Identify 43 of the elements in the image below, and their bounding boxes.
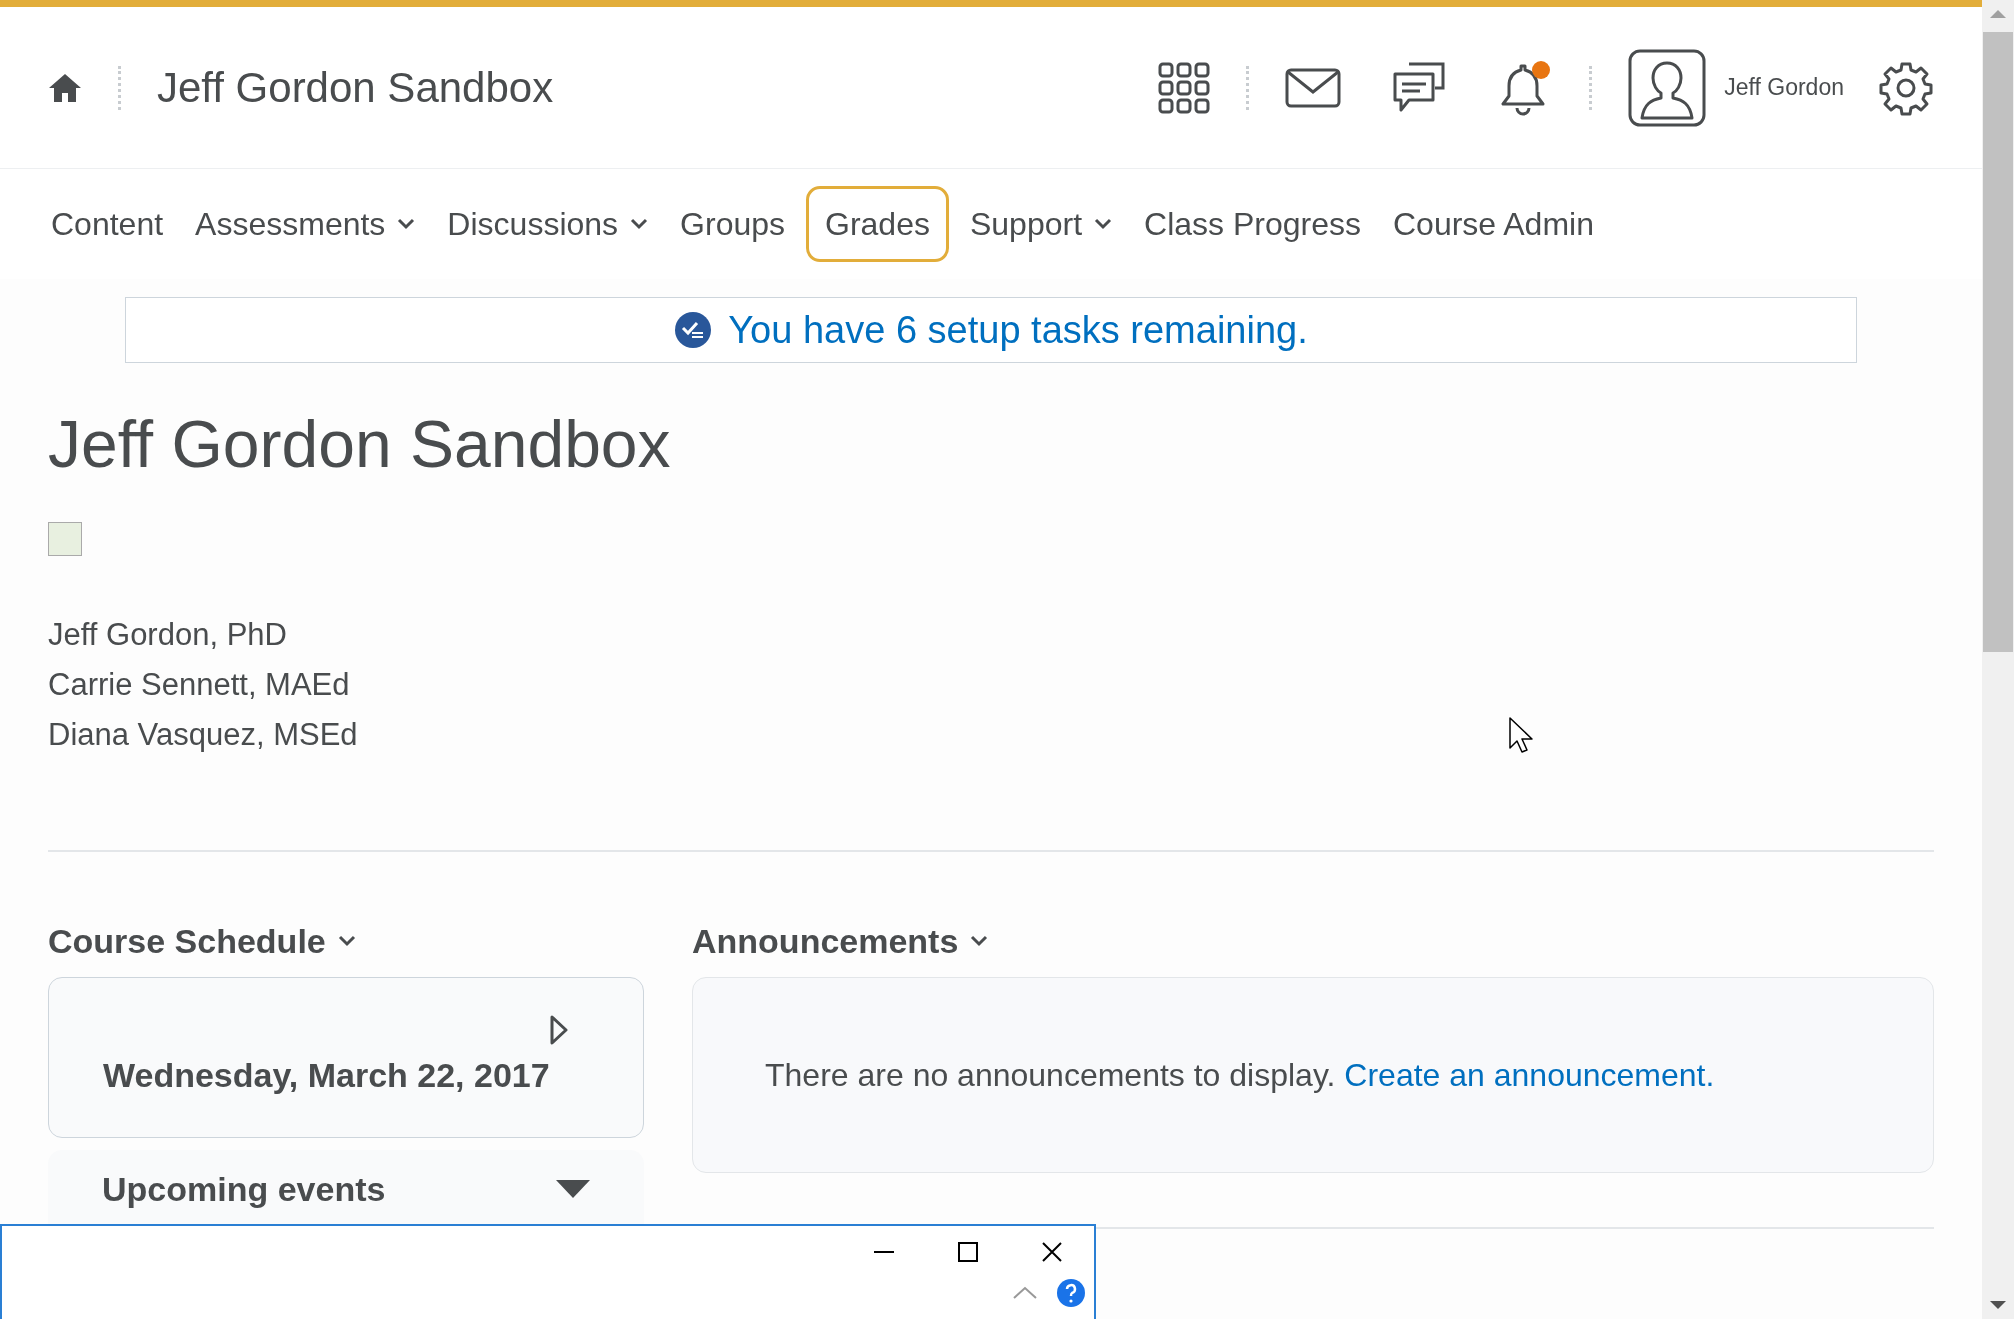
instructor-name: Carrie Sennett, MAEd [48,665,350,704]
course-title[interactable]: Jeff Gordon Sandbox [157,56,554,119]
nav-tab[interactable]: Grades [806,186,949,262]
chevron-down-icon [970,935,989,947]
announcements-empty-text: There are no announcements to display. Create an announcement. [765,1055,1715,1095]
chevron-down-icon [337,935,356,947]
nav-tab[interactable]: Support [958,186,1124,262]
home-icon[interactable] [48,71,82,104]
create-announcement-link[interactable]: Create an announcement. [1344,1056,1715,1093]
chevron-down-icon [1094,218,1113,230]
nav-tab[interactable]: Assessments [184,186,427,262]
widget-title[interactable]: Announcements [692,915,959,967]
checklist-icon [674,311,713,349]
instructor-name: Diana Vasquez, MSEd [48,715,358,754]
nav-tab[interactable]: Course Admin [1382,186,1605,262]
nav-tab[interactable]: Groups [669,186,796,262]
instructor-name: Jeff Gordon, PhD [48,615,287,654]
caret-down-icon[interactable] [556,1179,590,1200]
chevron-down-icon [397,218,416,230]
mouse-cursor-icon [1508,716,1536,756]
user-avatar-icon[interactable] [1628,48,1707,127]
scroll-down-icon[interactable] [1990,1301,2006,1311]
nav-tab[interactable]: Class Progress [1133,186,1372,262]
help-icon[interactable] [1056,1278,1086,1308]
mail-icon[interactable] [1285,67,1342,108]
upcoming-events-title[interactable]: Upcoming events [102,1164,386,1215]
setup-banner[interactable]: You have 6 setup tasks remaining. [125,297,1857,363]
maximize-icon[interactable] [956,1240,980,1264]
nav-tab[interactable]: Content [40,186,175,262]
setup-tasks-link[interactable]: You have 6 setup tasks remaining. [728,301,1308,359]
widget-title[interactable]: Course Schedule [48,915,326,967]
nav-tab[interactable]: Discussions [436,186,660,262]
scrollbar[interactable] [1982,0,2014,1319]
page-title: Jeff Gordon Sandbox [48,406,672,483]
user-name[interactable]: Jeff Gordon [1724,70,1844,105]
broken-image-placeholder [48,521,82,556]
next-arrow-icon[interactable] [549,1013,569,1046]
schedule-date: Wednesday, March 22, 2017 [103,1054,551,1096]
grid-icon[interactable] [1158,61,1211,114]
chevron-up-icon[interactable] [1012,1286,1038,1300]
scrollbar-thumb[interactable] [1983,32,2013,652]
chevron-down-icon [630,218,649,230]
close-icon[interactable] [1040,1240,1064,1264]
